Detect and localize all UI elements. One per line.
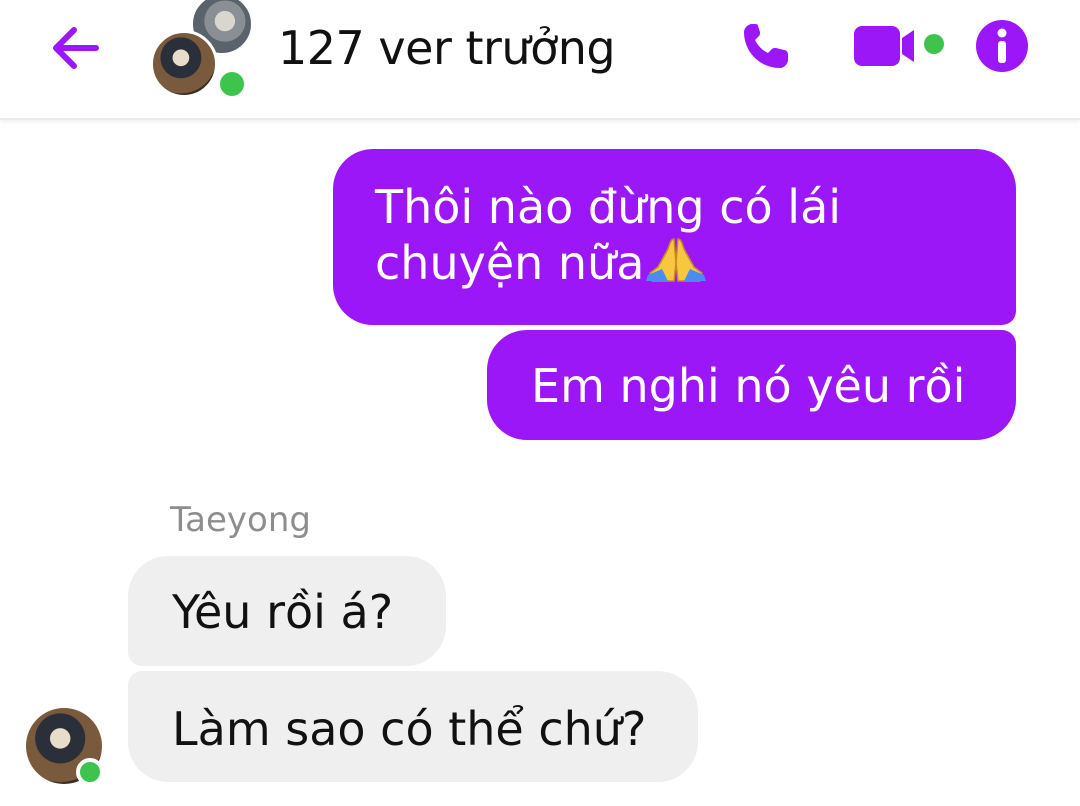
arrow-left-icon: [53, 27, 99, 69]
phone-icon: [744, 24, 788, 68]
conversation-info-button[interactable]: [972, 18, 1032, 74]
folded-hands-emoji: [644, 235, 708, 295]
online-status-dot: [76, 758, 104, 786]
message-text: Làm sao có thể chứ?: [172, 702, 647, 756]
message-bubble-incoming[interactable]: Yêu rồi á?: [128, 556, 446, 666]
message-text-line: Thôi nào đừng có lái: [375, 180, 842, 234]
message-text: Yêu rồi á?: [172, 585, 394, 639]
message-text: Em nghi nó yêu rồi: [531, 359, 966, 413]
voice-call-button[interactable]: [736, 18, 796, 74]
back-button[interactable]: [48, 20, 104, 76]
message-bubble-outgoing[interactable]: Thôi nào đừng có lái chuyện nữa: [333, 149, 1016, 325]
chat-header: 127 ver trưởng: [0, 0, 1080, 120]
video-camera-icon: [854, 26, 944, 66]
info-icon: [976, 20, 1028, 72]
sender-name: Taeyong: [170, 500, 311, 540]
message-text-line: chuyện nữa: [375, 235, 976, 295]
video-call-button[interactable]: [852, 18, 948, 74]
online-status-dot: [216, 68, 248, 100]
message-bubble-outgoing[interactable]: Em nghi nó yêu rồi: [487, 330, 1016, 440]
group-avatar[interactable]: [148, 0, 254, 100]
messenger-chat-screen: 127 ver trưởng Thôi nào đừng có lái chuy…: [0, 0, 1080, 806]
message-bubble-incoming[interactable]: Làm sao có thể chứ?: [128, 671, 698, 782]
member-avatar-front: [150, 30, 218, 98]
chat-title[interactable]: 127 ver trưởng: [278, 18, 616, 78]
